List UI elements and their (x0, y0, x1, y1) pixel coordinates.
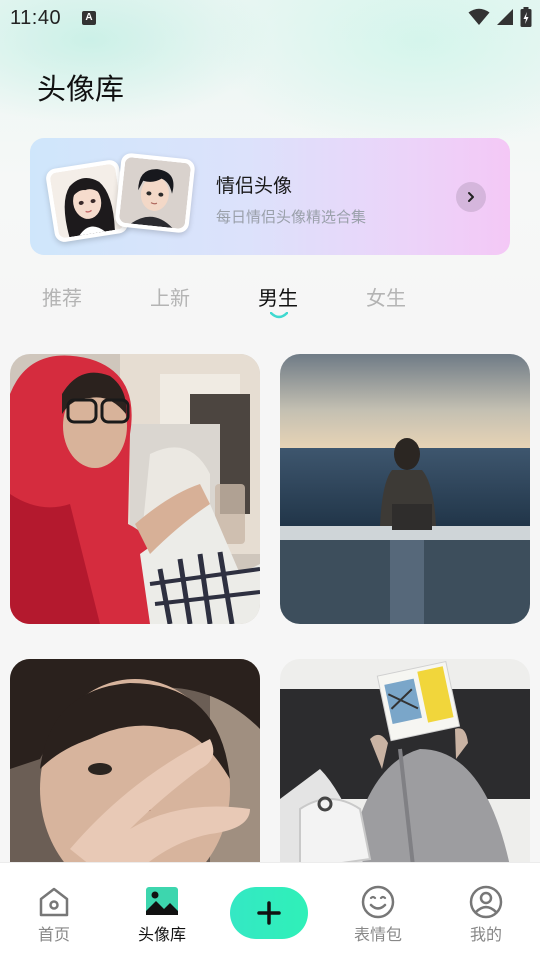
nav-profile-label: 我的 (469, 925, 502, 944)
nav-stickers[interactable]: 表情包 (338, 885, 418, 945)
banner-subtitle: 每日情侣头像精选合集 (216, 208, 367, 226)
nav-home[interactable]: 首页 (14, 885, 94, 945)
emoji-icon (361, 885, 395, 919)
add-button[interactable] (230, 887, 308, 939)
tab-active-indicator (270, 312, 288, 319)
wifi-icon (468, 8, 490, 25)
tab-new[interactable]: 上新 (150, 282, 190, 311)
system-icons (468, 6, 532, 28)
avatar-tile-sea[interactable] (280, 354, 530, 624)
chevron-right-icon (468, 192, 474, 202)
nav-avatar-library-label: 头像库 (137, 925, 186, 944)
category-tabs: 推荐 上新 男生 女生 (0, 280, 540, 324)
tab-male-label: 男生 (258, 286, 298, 310)
notification-icon: A (82, 11, 96, 25)
status-time: 11:40 (10, 7, 62, 29)
home-icon (39, 887, 69, 917)
nav-avatar-library[interactable]: 头像库 (122, 885, 202, 945)
status-bar: 11:40 A (0, 0, 540, 36)
couple-avatar-banner[interactable]: 情侣头像 每日情侣头像精选合集 (30, 138, 510, 255)
profile-icon (469, 885, 503, 919)
banner-title: 情侣头像 (216, 175, 293, 197)
tab-recommended[interactable]: 推荐 (42, 282, 82, 311)
battery-icon (520, 7, 532, 27)
nav-profile[interactable]: 我的 (446, 885, 526, 945)
plus-icon (257, 901, 281, 925)
page-title: 头像库 (37, 72, 125, 106)
bottom-nav: 首页 头像库 表情包 我的 (0, 862, 540, 960)
gallery-icon (146, 887, 178, 915)
nav-home-label: 首页 (37, 925, 70, 944)
tab-male[interactable]: 男生 (258, 282, 298, 319)
boy-avatar-image (114, 152, 196, 234)
avatar-tile-red-hoodie[interactable] (10, 354, 260, 624)
banner-arrow-button[interactable] (456, 182, 486, 212)
nav-stickers-label: 表情包 (353, 925, 402, 944)
tab-female[interactable]: 女生 (366, 282, 406, 311)
signal-icon (497, 9, 513, 25)
